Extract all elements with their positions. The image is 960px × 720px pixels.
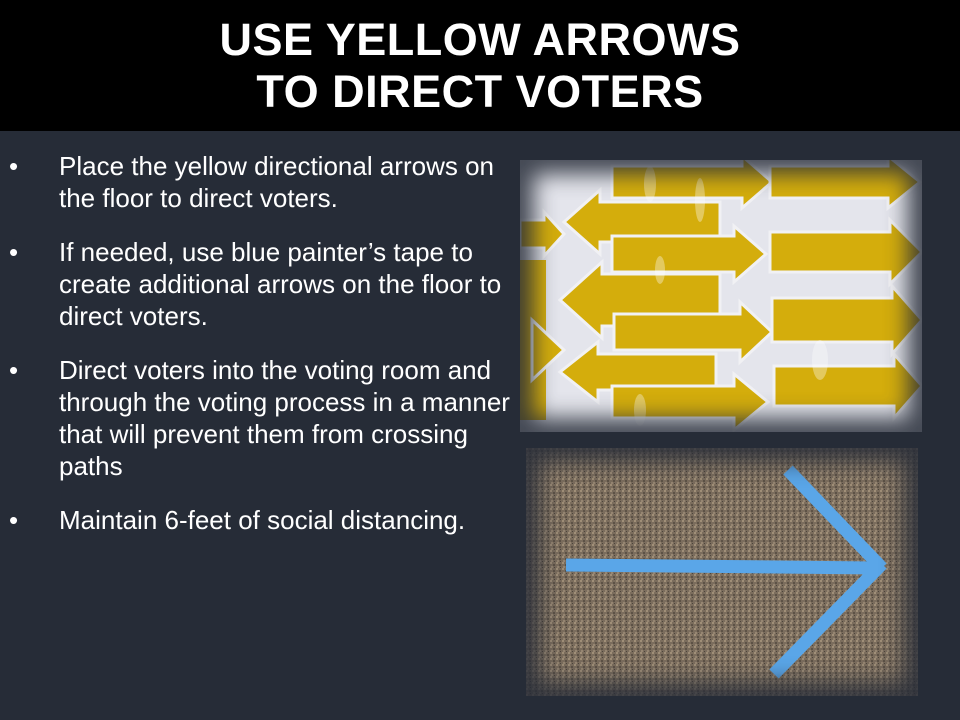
blue-tape-arrow-on-carpet-photo: [526, 448, 918, 696]
yellow-arrows-illustration: [520, 160, 922, 432]
bullet-dot: •: [9, 505, 19, 535]
bullet-text: If needed, use blue painter’s tape to cr…: [59, 237, 502, 331]
bullet-dot: •: [9, 151, 19, 181]
yellow-arrow-stickers-photo: [520, 160, 922, 432]
bullet-text: Place the yellow directional arrows on t…: [59, 151, 494, 213]
blue-tape-arrow-illustration: [526, 448, 918, 696]
bullet-text: Maintain 6-feet of social distancing.: [59, 505, 466, 535]
title-bar: USE YELLOW ARROWS TO DIRECT VOTERS: [0, 0, 960, 131]
bullet-item: • Maintain 6-feet of social distancing.: [0, 504, 515, 536]
slide-title-line-1: USE YELLOW ARROWS: [219, 13, 741, 65]
slide-title-line-2: TO DIRECT VOTERS: [256, 65, 704, 117]
bullet-text: Direct voters into the voting room and t…: [59, 355, 510, 481]
bullet-item: • Place the yellow directional arrows on …: [0, 150, 515, 214]
bullet-list: • Place the yellow directional arrows on …: [0, 150, 515, 558]
bullet-item: • If needed, use blue painter’s tape to c…: [0, 236, 515, 332]
bullet-dot: •: [9, 355, 19, 385]
bullet-item: • Direct voters into the voting room and …: [0, 354, 515, 482]
bullet-dot: •: [9, 237, 19, 267]
